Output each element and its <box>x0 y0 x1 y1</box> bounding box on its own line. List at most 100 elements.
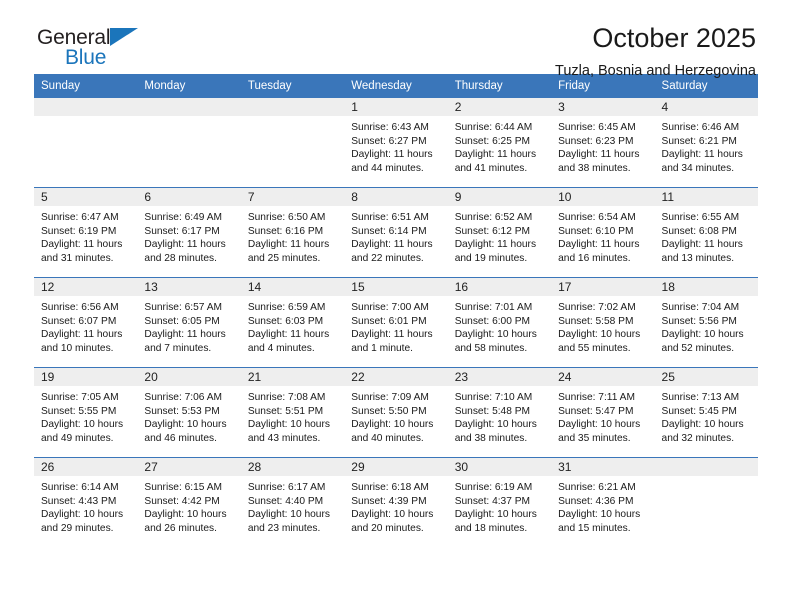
calendar-day-cell[interactable]: 4 Sunrise: 6:46 AM Sunset: 6:21 PM Daylight… <box>654 98 758 188</box>
daylight-duration-line2: and 22 minutes. <box>351 252 424 264</box>
day-details: Sunrise: 6:17 AM Sunset: 4:40 PM Daylight:… <box>241 476 344 535</box>
day-details: Sunrise: 7:08 AM Sunset: 5:51 PM Daylight:… <box>241 386 344 445</box>
daylight-duration-line2: and 52 minutes. <box>661 342 735 354</box>
calendar-day-cell[interactable]: 12 Sunrise: 6:56 AM Sunset: 6:07 PM Dayligh… <box>34 277 138 368</box>
calendar-day-cell[interactable]: 21 Sunrise: 7:08 AM Sunset: 5:51 PM Dayligh… <box>240 367 345 458</box>
daylight-duration-line2: and 1 minute. <box>351 342 413 354</box>
daylight-duration-line2: and 38 minutes. <box>558 162 631 174</box>
day-number: 23 <box>447 368 552 386</box>
sunrise-time: Sunrise: 6:51 AM <box>351 212 429 223</box>
day-details: Sunrise: 6:18 AM Sunset: 4:39 PM Daylight:… <box>344 476 447 535</box>
calendar-day-cell[interactable]: 31 Sunrise: 6:21 AM Sunset: 4:36 PM Dayligh… <box>551 457 655 547</box>
calendar-day-cell[interactable]: 6 Sunrise: 6:49 AM Sunset: 6:17 PM Daylight… <box>137 187 241 278</box>
calendar-day-cell[interactable]: 2 Sunrise: 6:44 AM Sunset: 6:25 PM Daylight… <box>447 98 552 188</box>
sunrise-time: Sunrise: 6:47 AM <box>41 212 119 223</box>
day-details: Sunrise: 6:57 AM Sunset: 6:05 PM Daylight:… <box>137 296 240 355</box>
sunset-time: Sunset: 6:01 PM <box>351 315 427 327</box>
calendar-week-row: 5 Sunrise: 6:47 AM Sunset: 6:19 PM Daylight… <box>34 187 758 278</box>
sunset-time: Sunset: 5:58 PM <box>558 315 634 327</box>
day-number: 8 <box>344 188 448 206</box>
calendar-day-cell[interactable]: 25 Sunrise: 7:13 AM Sunset: 5:45 PM Dayligh… <box>654 367 758 458</box>
daylight-duration-line1: Daylight: 11 hours <box>454 239 537 251</box>
daylight-duration-line2: and 18 minutes. <box>454 522 528 534</box>
daylight-duration-line1: Daylight: 11 hours <box>661 149 743 161</box>
calendar-day-cell[interactable]: 17 Sunrise: 7:02 AM Sunset: 5:58 PM Dayligh… <box>551 277 655 368</box>
sunset-time: Sunset: 5:55 PM <box>41 405 117 417</box>
sunset-time: Sunset: 5:48 PM <box>454 405 531 417</box>
daylight-duration-line1: Daylight: 10 hours <box>558 329 641 341</box>
calendar-day-cell[interactable]: 23 Sunrise: 7:10 AM Sunset: 5:48 PM Dayligh… <box>447 367 552 458</box>
day-details: Sunrise: 6:45 AM Sunset: 6:23 PM Daylight:… <box>551 116 654 175</box>
calendar-day-cell[interactable]: 7 Sunrise: 6:50 AM Sunset: 6:16 PM Daylight… <box>240 187 345 278</box>
day-details: Sunrise: 6:49 AM Sunset: 6:17 PM Daylight:… <box>137 206 240 265</box>
sunrise-time: Sunrise: 7:01 AM <box>454 302 533 313</box>
calendar-day-cell[interactable]: 5 Sunrise: 6:47 AM Sunset: 6:19 PM Daylight… <box>34 187 138 278</box>
calendar-week-row: 19 Sunrise: 7:05 AM Sunset: 5:55 PM Dayligh… <box>34 367 758 458</box>
calendar-week-row: 26 Sunrise: 6:14 AM Sunset: 4:43 PM Dayligh… <box>34 457 758 547</box>
daylight-duration-line1: Daylight: 11 hours <box>351 149 433 161</box>
daylight-duration-line2: and 15 minutes. <box>558 522 631 534</box>
sunset-time: Sunset: 4:37 PM <box>454 495 531 507</box>
calendar-day-cell[interactable]: 27 Sunrise: 6:15 AM Sunset: 4:42 PM Dayligh… <box>137 457 241 547</box>
day-number: 3 <box>551 98 655 116</box>
calendar-week-row: 12 Sunrise: 6:56 AM Sunset: 6:07 PM Dayligh… <box>34 277 758 368</box>
page-title: October 2025 <box>592 23 756 53</box>
sunrise-time: Sunrise: 6:50 AM <box>247 212 326 223</box>
sunset-time: Sunset: 4:40 PM <box>247 495 324 507</box>
calendar-day-cell[interactable]: 16 Sunrise: 7:01 AM Sunset: 6:00 PM Dayligh… <box>447 277 552 368</box>
sunrise-time: Sunrise: 6:21 AM <box>558 482 636 493</box>
calendar-day-cell[interactable]: 22 Sunrise: 7:09 AM Sunset: 5:50 PM Dayligh… <box>344 367 448 458</box>
sunrise-time: Sunrise: 6:59 AM <box>247 302 326 313</box>
sunset-time: Sunset: 5:53 PM <box>144 405 220 417</box>
calendar-day-cell-empty <box>654 457 758 547</box>
calendar-day-cell[interactable]: 3 Sunrise: 6:45 AM Sunset: 6:23 PM Daylight… <box>551 98 655 188</box>
day-details: Sunrise: 6:44 AM Sunset: 6:25 PM Daylight:… <box>448 116 551 175</box>
daylight-duration-line2: and 40 minutes. <box>351 432 424 444</box>
weekday-header-wednesday: Wednesday <box>344 74 448 98</box>
sunrise-time: Sunrise: 6:49 AM <box>144 212 223 223</box>
sunrise-time: Sunrise: 6:44 AM <box>454 122 533 133</box>
calendar-day-cell[interactable]: 19 Sunrise: 7:05 AM Sunset: 5:55 PM Dayligh… <box>34 367 138 458</box>
day-number: 19 <box>34 368 138 386</box>
calendar-day-cell[interactable]: 24 Sunrise: 7:11 AM Sunset: 5:47 PM Dayligh… <box>551 367 655 458</box>
day-number: 12 <box>34 278 138 296</box>
calendar-day-cell[interactable]: 9 Sunrise: 6:52 AM Sunset: 6:12 PM Daylight… <box>447 187 552 278</box>
sunset-time: Sunset: 4:42 PM <box>144 495 220 507</box>
daylight-duration-line2: and 41 minutes. <box>454 162 528 174</box>
calendar-day-cell[interactable]: 28 Sunrise: 6:17 AM Sunset: 4:40 PM Dayligh… <box>240 457 345 547</box>
calendar-day-cell[interactable]: 10 Sunrise: 6:54 AM Sunset: 6:10 PM Dayligh… <box>551 187 655 278</box>
weekday-header-thursday: Thursday <box>447 74 552 98</box>
day-details: Sunrise: 7:13 AM Sunset: 5:45 PM Daylight:… <box>655 386 758 445</box>
daylight-duration-line2: and 19 minutes. <box>454 252 528 264</box>
calendar-day-cell[interactable]: 30 Sunrise: 6:19 AM Sunset: 4:37 PM Dayligh… <box>447 457 552 547</box>
daylight-duration-line1: Daylight: 10 hours <box>558 509 641 521</box>
sunset-time: Sunset: 6:03 PM <box>247 315 324 327</box>
calendar-day-cell[interactable]: 20 Sunrise: 7:06 AM Sunset: 5:53 PM Dayligh… <box>137 367 241 458</box>
calendar-day-cell[interactable]: 1 Sunrise: 6:43 AM Sunset: 6:27 PM Daylight… <box>344 98 448 188</box>
day-details: Sunrise: 6:56 AM Sunset: 6:07 PM Daylight:… <box>34 296 137 355</box>
calendar-day-cell[interactable]: 29 Sunrise: 6:18 AM Sunset: 4:39 PM Dayligh… <box>344 457 448 547</box>
calendar-day-cell[interactable]: 18 Sunrise: 7:04 AM Sunset: 5:56 PM Dayligh… <box>654 277 758 368</box>
day-details: Sunrise: 7:10 AM Sunset: 5:48 PM Daylight:… <box>448 386 551 445</box>
calendar-day-cell[interactable]: 26 Sunrise: 6:14 AM Sunset: 4:43 PM Dayligh… <box>34 457 138 547</box>
sunset-time: Sunset: 6:08 PM <box>661 225 737 237</box>
calendar-day-cell[interactable]: 11 Sunrise: 6:55 AM Sunset: 6:08 PM Dayligh… <box>654 187 758 278</box>
day-details <box>137 116 240 121</box>
calendar-day-cell-empty <box>34 98 138 188</box>
day-number: 7 <box>240 188 345 206</box>
day-number: 26 <box>34 458 138 476</box>
generalblue-logo: General Blue <box>37 26 157 72</box>
daylight-duration-line1: Daylight: 11 hours <box>558 149 640 161</box>
day-details: Sunrise: 6:59 AM Sunset: 6:03 PM Daylight:… <box>241 296 344 355</box>
daylight-duration-line1: Daylight: 10 hours <box>661 419 744 431</box>
calendar-day-cell[interactable]: 8 Sunrise: 6:51 AM Sunset: 6:14 PM Daylight… <box>344 187 448 278</box>
sunset-time: Sunset: 5:56 PM <box>661 315 737 327</box>
calendar-day-cell[interactable]: 14 Sunrise: 6:59 AM Sunset: 6:03 PM Dayligh… <box>240 277 345 368</box>
day-details: Sunrise: 7:06 AM Sunset: 5:53 PM Daylight:… <box>137 386 240 445</box>
calendar-day-cell[interactable]: 13 Sunrise: 6:57 AM Sunset: 6:05 PM Dayligh… <box>137 277 241 368</box>
daylight-duration-line1: Daylight: 11 hours <box>247 239 330 251</box>
sunrise-time: Sunrise: 7:05 AM <box>41 392 119 403</box>
sunrise-time: Sunrise: 7:04 AM <box>661 302 740 313</box>
calendar-day-cell[interactable]: 15 Sunrise: 7:00 AM Sunset: 6:01 PM Dayligh… <box>344 277 448 368</box>
day-number: 13 <box>137 278 241 296</box>
